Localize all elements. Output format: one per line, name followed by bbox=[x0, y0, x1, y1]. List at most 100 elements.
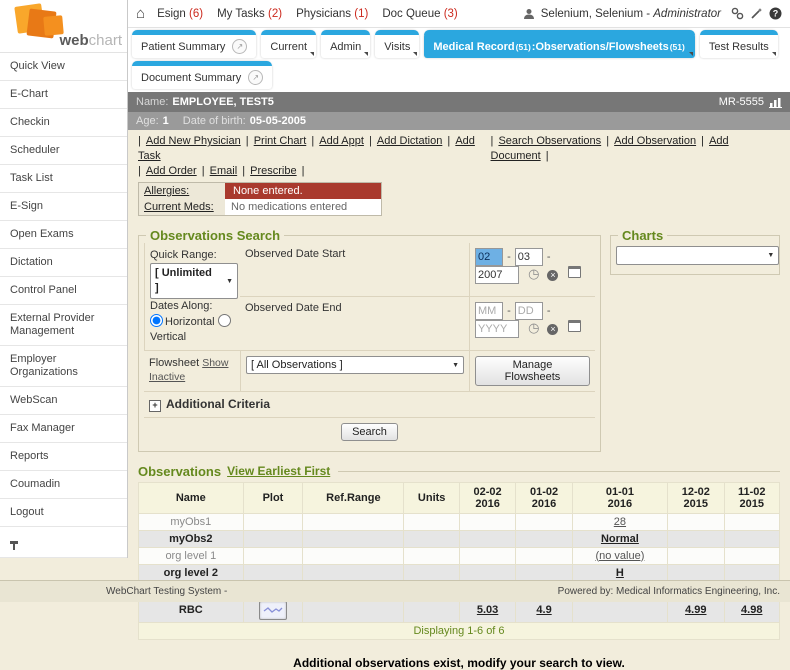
flowsheet-select[interactable]: [ All Observations ]▼ bbox=[246, 356, 464, 374]
user-icon bbox=[523, 8, 535, 20]
tab-patient-summary[interactable]: Patient Summary↗ bbox=[132, 30, 256, 58]
clock-icon[interactable]: ◷ bbox=[528, 320, 539, 335]
tab-document-summary[interactable]: Document Summary↗ bbox=[132, 61, 272, 89]
allergies-link[interactable]: Allergies: bbox=[139, 183, 225, 199]
help-icon[interactable]: ? bbox=[769, 7, 782, 20]
current-meds-link[interactable]: Current Meds: bbox=[139, 199, 225, 215]
logo-text: webchart bbox=[59, 32, 122, 49]
tab-medical-record[interactable]: Medical Record(51):Observations/Flowshee… bbox=[424, 30, 695, 58]
name-label: Name: bbox=[136, 96, 168, 108]
additional-criteria-expander[interactable]: +Additional Criteria bbox=[144, 392, 595, 418]
clear-date-icon[interactable]: × bbox=[547, 324, 558, 335]
bar-chart-icon[interactable] bbox=[769, 97, 782, 108]
manage-flowsheets-button[interactable]: Manage Flowsheets bbox=[475, 356, 590, 386]
quick-range-select[interactable]: [ Unlimited ]▼ bbox=[150, 263, 238, 299]
link-add-new-physician[interactable]: Add New Physician bbox=[146, 135, 241, 147]
link-prescribe[interactable]: Prescribe bbox=[250, 165, 296, 177]
popout-icon[interactable]: ↗ bbox=[248, 70, 263, 85]
obs-value-link[interactable]: 5.03 bbox=[477, 604, 498, 616]
tab-label: Admin bbox=[330, 41, 361, 53]
sidebar-item-reports[interactable]: Reports bbox=[0, 443, 127, 471]
date-md: 12-02 bbox=[670, 486, 721, 498]
date-end-month-input[interactable] bbox=[475, 302, 503, 320]
sidebar-item-e-sign[interactable]: E-Sign bbox=[0, 193, 127, 221]
sidebar-item-e-chart[interactable]: E-Chart bbox=[0, 81, 127, 109]
obs-value-link[interactable]: Normal bbox=[601, 533, 639, 545]
sidebar-item-open-exams[interactable]: Open Exams bbox=[0, 221, 127, 249]
obs-value-link[interactable]: 28 bbox=[614, 516, 626, 528]
date-start-month-input[interactable] bbox=[475, 248, 503, 266]
tab-admin[interactable]: Admin bbox=[321, 30, 370, 58]
link-add-dictation[interactable]: Add Dictation bbox=[377, 135, 442, 147]
nav-count: (1) bbox=[354, 8, 368, 20]
obs-value-cell bbox=[459, 564, 515, 581]
sidebar-item-quick-view[interactable]: Quick View bbox=[0, 53, 127, 81]
webchart-logo[interactable]: webchart bbox=[0, 0, 127, 53]
sidebar-item-scheduler[interactable]: Scheduler bbox=[0, 137, 127, 165]
obs-value-link[interactable]: 4.98 bbox=[741, 604, 762, 616]
nav-physicians[interactable]: Physicians (1) bbox=[296, 8, 368, 20]
nav-my-tasks[interactable]: My Tasks (2) bbox=[217, 8, 282, 20]
link-add-appt[interactable]: Add Appt bbox=[319, 135, 364, 147]
sidebar-item-coumadin[interactable]: Coumadin bbox=[0, 471, 127, 499]
sidebar-item-fax-manager[interactable]: Fax Manager bbox=[0, 415, 127, 443]
obs-value-cell: H bbox=[572, 564, 667, 581]
horizontal-radio[interactable] bbox=[150, 314, 163, 327]
sidebar-pin-toggle[interactable] bbox=[0, 527, 127, 558]
calendar-icon[interactable] bbox=[568, 320, 581, 332]
obs-value-link[interactable]: 4.99 bbox=[685, 604, 706, 616]
plot-sparkline-button[interactable] bbox=[259, 601, 287, 620]
charts-select[interactable]: ▼ bbox=[616, 246, 779, 265]
tab-test-results[interactable]: Test Results bbox=[700, 30, 778, 58]
sidebar-item-logout[interactable]: Logout bbox=[0, 499, 127, 527]
obs-value-cell bbox=[459, 547, 515, 564]
tab-visits[interactable]: Visits bbox=[375, 30, 419, 58]
sidebar-item-task-list[interactable]: Task List bbox=[0, 165, 127, 193]
sidebar-item-webscan[interactable]: WebScan bbox=[0, 387, 127, 415]
date-end-fields: - - ◷ × bbox=[469, 297, 595, 351]
dob-label: Date of birth: bbox=[183, 115, 246, 127]
date-start-label: Observed Date Start bbox=[240, 243, 469, 297]
view-earliest-first-link[interactable]: View Earliest First bbox=[227, 464, 330, 478]
clear-date-icon[interactable]: × bbox=[547, 270, 558, 281]
sidebar-item-checkin[interactable]: Checkin bbox=[0, 109, 127, 137]
obs-value-cell bbox=[724, 564, 780, 581]
col-header-ref-range: Ref.Range bbox=[303, 482, 404, 513]
sidebar-item-control-panel[interactable]: Control Panel bbox=[0, 277, 127, 305]
link-icon[interactable] bbox=[731, 7, 744, 20]
tab-current[interactable]: Current bbox=[261, 30, 316, 58]
wand-icon[interactable] bbox=[750, 7, 763, 20]
manage-flowsheets-cell: Manage Flowsheets bbox=[469, 351, 595, 392]
link-add-observation[interactable]: Add Observation bbox=[614, 135, 696, 147]
search-button[interactable]: Search bbox=[341, 423, 398, 441]
date-end-year-input[interactable] bbox=[475, 320, 519, 338]
nav-label: Esign bbox=[157, 8, 189, 20]
link-email[interactable]: Email bbox=[210, 165, 238, 177]
expand-plus-icon[interactable]: + bbox=[149, 400, 161, 412]
nav-esign[interactable]: Esign (6) bbox=[157, 8, 203, 20]
obs-value-link[interactable]: 4.9 bbox=[536, 604, 551, 616]
link-print-chart[interactable]: Print Chart bbox=[254, 135, 307, 147]
nav-doc-queue[interactable]: Doc Queue (3) bbox=[382, 8, 457, 20]
patient-age: 1 bbox=[163, 115, 169, 127]
obs-ref-range bbox=[303, 564, 404, 581]
obs-value-link[interactable]: (no value) bbox=[595, 550, 644, 562]
sidebar-item-external-provider-management[interactable]: External Provider Management bbox=[0, 305, 127, 346]
sidebar-item-employer-organizations[interactable]: Employer Organizations bbox=[0, 346, 127, 387]
date-end-day-input[interactable] bbox=[515, 302, 543, 320]
link-add-order[interactable]: Add Order bbox=[146, 165, 197, 177]
vertical-radio[interactable] bbox=[218, 314, 231, 327]
obs-value-link[interactable]: H bbox=[616, 567, 624, 579]
date-md: 11-02 bbox=[727, 486, 778, 498]
link-search-observations[interactable]: Search Observations bbox=[498, 135, 601, 147]
calendar-icon[interactable] bbox=[568, 266, 581, 278]
dates-along-horizontal-radio[interactable]: Horizontal bbox=[150, 316, 218, 328]
observations-section: Observations View Earliest First NamePlo… bbox=[138, 464, 780, 640]
sidebar-item-dictation[interactable]: Dictation bbox=[0, 249, 127, 277]
popout-icon[interactable]: ↗ bbox=[232, 39, 247, 54]
home-icon[interactable]: ⌂ bbox=[136, 5, 145, 22]
date-start-year-input[interactable] bbox=[475, 266, 519, 284]
allergies-value: None entered. bbox=[225, 183, 381, 199]
date-start-day-input[interactable] bbox=[515, 248, 543, 266]
clock-icon[interactable]: ◷ bbox=[528, 266, 539, 281]
